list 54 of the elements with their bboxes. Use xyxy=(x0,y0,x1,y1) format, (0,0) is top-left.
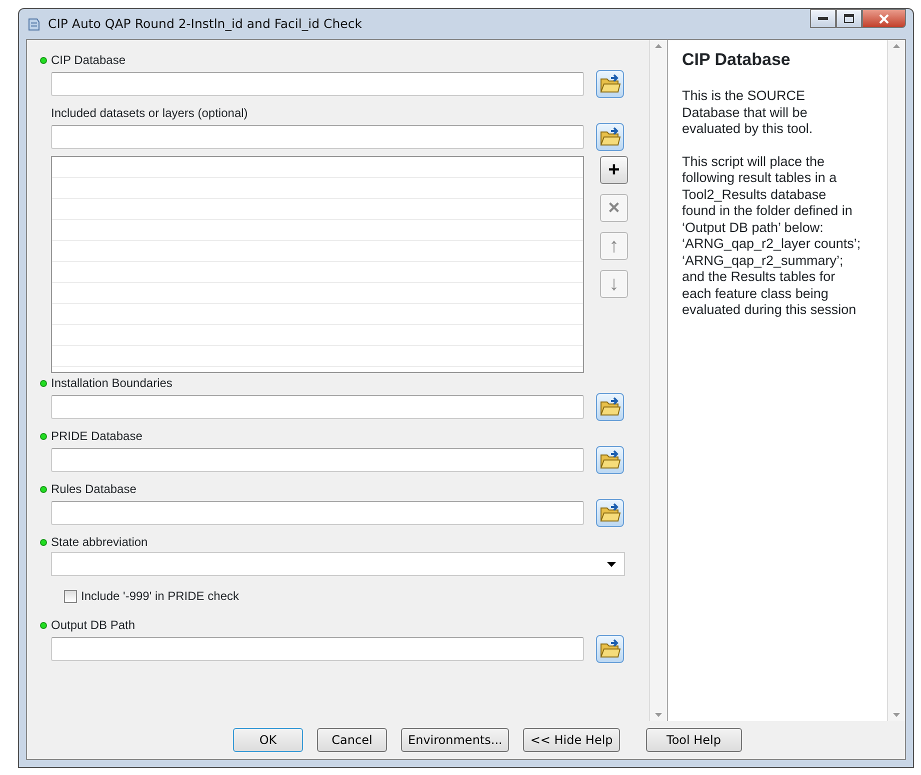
move-down-button[interactable]: ↓ xyxy=(600,270,628,298)
dialog-button[interactable]: Environments... xyxy=(401,728,510,752)
minimize-icon xyxy=(818,16,828,20)
browse-folder-icon[interactable] xyxy=(596,393,624,421)
app-icon xyxy=(26,16,42,32)
required-dot xyxy=(40,380,47,386)
help-title: CIP Database xyxy=(682,50,792,70)
help-text: This script will place the following result tables in a Tool2_Results database found in the folder defined in ‘Output DB path’ below: ‘ARNG_qap_r2_layer counts’; ‘ARNG_qap_r2_summary’; and the Results tables for each feature class being evaluated during this session xyxy=(682,154,862,319)
input-field[interactable] xyxy=(51,501,584,525)
input-field[interactable] xyxy=(51,637,584,661)
field-label: Output DB Path xyxy=(51,617,136,634)
required-dot xyxy=(40,622,47,628)
input-field[interactable] xyxy=(51,72,584,96)
add-button[interactable]: + xyxy=(600,156,628,184)
scroll-up-icon[interactable] xyxy=(655,44,662,48)
browse-folder-icon[interactable] xyxy=(596,123,624,151)
browse-folder-icon[interactable] xyxy=(596,70,624,98)
dialog-button[interactable]: OK xyxy=(233,728,303,752)
browse-folder-icon[interactable] xyxy=(596,499,624,527)
move-up-button[interactable]: ↑ xyxy=(600,232,628,260)
close-button[interactable] xyxy=(862,9,906,28)
input-field[interactable] xyxy=(51,395,584,419)
maximize-icon xyxy=(844,14,854,23)
scrollbar[interactable] xyxy=(887,40,905,721)
scroll-up-icon[interactable] xyxy=(893,44,900,48)
maximize-button[interactable] xyxy=(836,9,862,28)
required-dot xyxy=(40,486,47,492)
browse-folder-icon[interactable] xyxy=(596,446,624,474)
window-title: CIP Auto QAP Round 2-Instln_id and Facil_id Check xyxy=(48,14,362,33)
field-label: Installation Boundaries xyxy=(51,375,172,392)
dialog-button[interactable]: Tool Help xyxy=(646,728,742,752)
checkbox[interactable] xyxy=(64,590,77,602)
dialog-button[interactable]: Cancel xyxy=(317,728,387,752)
field-label: PRIDE Database xyxy=(51,428,142,445)
scroll-down-icon[interactable] xyxy=(893,713,900,717)
dropdown-field[interactable] xyxy=(51,552,625,576)
checkbox-label: Include '-999' in PRIDE check xyxy=(81,588,239,605)
required-dot xyxy=(40,538,47,546)
dialog-button[interactable]: << Hide Help xyxy=(523,728,620,752)
field-label: State abbreviation xyxy=(51,534,148,551)
required-dot xyxy=(40,432,47,440)
scroll-down-icon[interactable] xyxy=(655,713,662,717)
browse-folder-icon[interactable] xyxy=(596,635,624,663)
minimize-button[interactable] xyxy=(810,9,836,28)
input-field[interactable] xyxy=(51,125,584,149)
field-label: Rules Database xyxy=(51,481,136,498)
scrollbar[interactable] xyxy=(649,40,667,721)
close-icon xyxy=(879,14,889,24)
required-dot xyxy=(40,56,47,64)
help-text: This is the SOURCE Database that will be evaluated by this tool. xyxy=(682,88,814,138)
dropdown-caret-icon xyxy=(607,562,616,566)
field-label: Included datasets or layers (optional) xyxy=(51,105,248,122)
field-label: CIP Database xyxy=(51,52,126,69)
input-field[interactable] xyxy=(51,448,584,472)
